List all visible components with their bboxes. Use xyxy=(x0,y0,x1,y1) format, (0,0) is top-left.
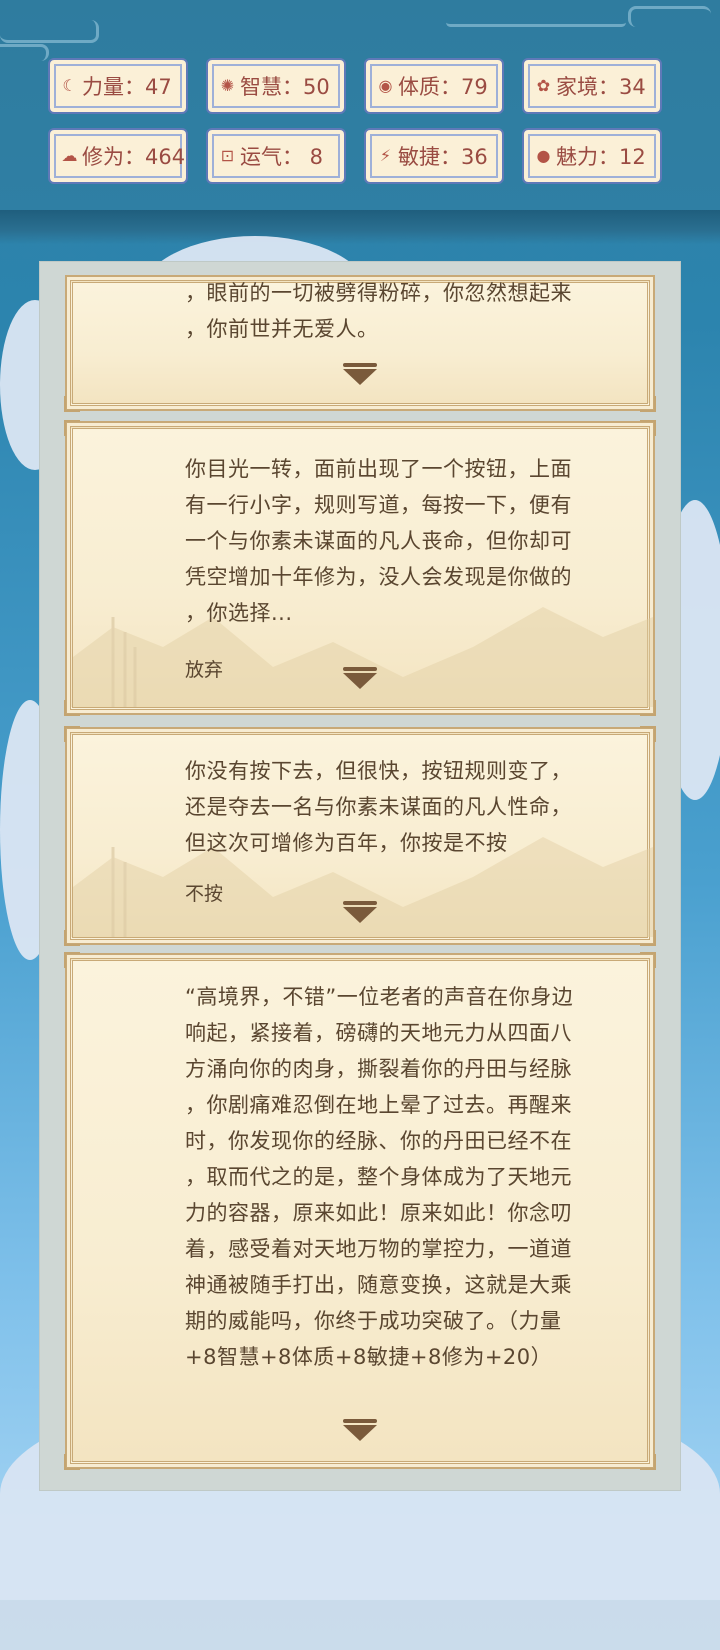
expand-arrow-icon[interactable] xyxy=(343,1419,377,1441)
constitution-icon: ◉ xyxy=(378,76,393,95)
card-corner-ornament xyxy=(640,952,656,968)
stat-strength: ☾ 力量：47 xyxy=(48,58,188,114)
expand-arrow-icon[interactable] xyxy=(343,667,377,689)
charm-icon: ● xyxy=(536,146,551,165)
card-corner-ornament xyxy=(64,1454,80,1470)
card-corner-ornament xyxy=(640,420,656,436)
brush-stroke-divider xyxy=(0,210,720,244)
story-text: 你目光一转，面前出现了一个按钮，上面 有一行小字，规则写道，每按一下，便有 一个… xyxy=(185,457,572,625)
cultivation-icon: ☁ xyxy=(61,146,78,165)
story-text: “高境界，不错”一位老者的声音在你身边 响起，紧接着，磅礴的天地元力从四面八 方… xyxy=(185,985,574,1369)
card-corner-ornament xyxy=(64,420,80,436)
agility-icon: ⚡ xyxy=(379,146,392,165)
story-text: ，眼前的一切被劈得粉碎，你忽然想起来 ，你前世并无爱人。 xyxy=(185,281,572,341)
stat-label: 魅力：12 xyxy=(556,145,646,169)
decorative-swirl xyxy=(628,6,711,27)
decorative-swirl xyxy=(0,20,99,43)
expand-arrow-icon[interactable] xyxy=(343,901,377,923)
attribute-stats-panel: ☾ 力量：47 ✺ 智慧：50 ◉ 体质：79 ✿ 家境：34 ☁ 修为：464… xyxy=(48,58,672,184)
expand-arrow-icon[interactable] xyxy=(343,363,377,385)
stat-cultivation: ☁ 修为：464 xyxy=(48,128,188,184)
stat-label: 体质：79 xyxy=(398,75,488,99)
card-corner-ornament xyxy=(64,726,80,742)
story-card: 你目光一转，面前出现了一个按钮，上面 有一行小字，规则写道，每按一下，便有 一个… xyxy=(64,420,656,716)
stat-label: 力量：47 xyxy=(82,75,172,99)
family-icon: ✿ xyxy=(536,76,551,95)
story-card: “高境界，不错”一位老者的声音在你身边 响起，紧接着，磅礴的天地元力从四面八 方… xyxy=(64,952,656,1470)
stat-luck: ⊡ 运气： 8 xyxy=(206,128,346,184)
stat-label: 智慧：50 xyxy=(240,75,330,99)
stat-family: ✿ 家境：34 xyxy=(522,58,662,114)
chosen-option: 不按 xyxy=(185,883,224,905)
story-card: ，眼前的一切被劈得粉碎，你忽然想起来 ，你前世并无爱人。 xyxy=(64,280,656,412)
stat-agility: ⚡ 敏捷：36 xyxy=(364,128,504,184)
card-corner-ornament xyxy=(64,396,80,412)
chosen-option: 放弃 xyxy=(185,659,224,681)
stat-label: 修为：464 xyxy=(82,145,186,169)
decorative-swirl xyxy=(446,18,626,27)
stat-label: 家境：34 xyxy=(556,75,646,99)
decorative-swirl xyxy=(0,44,49,61)
story-text: 你没有按下去，但很快，按钮规则变了， 还是夺去一名与你素未谋面的凡人性命， 但这… xyxy=(185,759,572,855)
strength-icon: ☾ xyxy=(62,76,77,95)
card-corner-ornament xyxy=(64,952,80,968)
luck-icon: ⊡ xyxy=(220,146,235,165)
stat-label: 敏捷：36 xyxy=(398,145,488,169)
story-card: 你没有按下去，但很快，按钮规则变了， 还是夺去一名与你素未谋面的凡人性命， 但这… xyxy=(64,726,656,946)
story-log-panel[interactable]: ，眼前的一切被劈得粉碎，你忽然想起来 ，你前世并无爱人。 你目光一转，面前出现了… xyxy=(40,262,680,1490)
card-corner-ornament xyxy=(640,726,656,742)
stat-constitution: ◉ 体质：79 xyxy=(364,58,504,114)
stat-charm: ● 魅力：12 xyxy=(522,128,662,184)
card-corner-ornament xyxy=(640,1454,656,1470)
stat-label: 运气： 8 xyxy=(240,145,324,169)
wisdom-icon: ✺ xyxy=(220,76,235,95)
card-corner-ornament xyxy=(640,396,656,412)
stat-wisdom: ✺ 智慧：50 xyxy=(206,58,346,114)
